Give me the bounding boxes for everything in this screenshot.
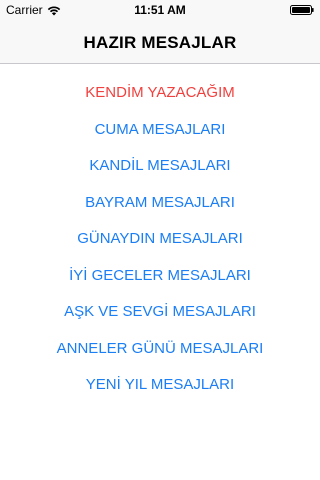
menu-item[interactable]: BAYRAM MESAJLARI (0, 185, 320, 222)
battery-icon (290, 5, 314, 15)
menu-item[interactable]: AŞK VE SEVGİ MESAJLARI (0, 294, 320, 331)
write-my-own-button[interactable]: KENDİM YAZACAĞIM (0, 75, 320, 112)
menu-item[interactable]: ANNELER GÜNÜ MESAJLARI (0, 331, 320, 368)
message-category-list: KENDİM YAZACAĞIM CUMA MESAJLARI KANDİL MES… (0, 75, 320, 404)
status-time: 11:51 AM (134, 3, 186, 17)
menu-item[interactable]: KANDİL MESAJLARI (0, 148, 320, 185)
page-title: HAZIR MESAJLAR (83, 33, 237, 52)
menu-item[interactable]: GÜNAYDIN MESAJLARI (0, 221, 320, 258)
navigation-bar: HAZIR MESAJLAR (0, 20, 320, 64)
menu-item[interactable]: İYİ GECELER MESAJLARI (0, 258, 320, 295)
menu-item[interactable]: CUMA MESAJLARI (0, 112, 320, 149)
menu-item[interactable]: YENİ YIL MESAJLARI (0, 367, 320, 404)
status-bar: Carrier 11:51 AM (0, 0, 320, 20)
app-screen: Carrier 11:51 AM HAZIR MESAJLAR KENDİM Y… (0, 0, 320, 480)
